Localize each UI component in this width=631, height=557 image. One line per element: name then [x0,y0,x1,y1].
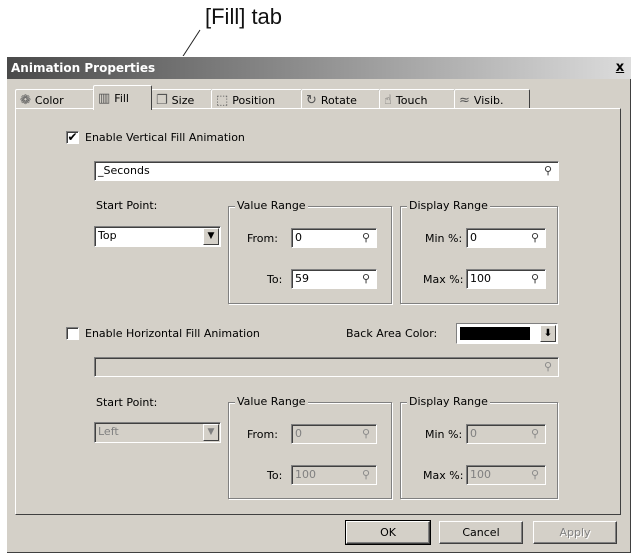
tab-label: Rotate [320,94,357,107]
vertical-to-field[interactable]: 59 ⚲ [291,269,377,289]
vertical-display-range-title: Display Range [407,199,490,212]
tab-label: Color [34,94,64,107]
close-button[interactable]: x [611,59,629,77]
visibility-icon: ≈ [459,93,470,108]
vertical-display-range-group: Display Range Min %: 0 ⚲ Max %: 100 ⚲ [400,199,558,304]
tab-visibility[interactable]: ≈ Visib. [454,89,530,109]
vertical-max-field[interactable]: 100 ⚲ [466,269,546,289]
vertical-from-field[interactable]: 0 ⚲ [291,228,377,248]
tab-fill[interactable]: ▥ Fill [93,85,152,110]
horizontal-from-field[interactable]: 0 ⚲ [291,424,377,444]
vertical-start-point-label: Start Point: [96,199,158,212]
vertical-max-label: Max %: [423,273,464,286]
tab-label: Visib. [473,94,504,107]
cancel-button[interactable]: Cancel [439,521,523,544]
horizontal-from-label: From: [247,428,278,441]
fill-tab-panel: ✔ Enable Vertical Fill Animation _Second… [15,108,621,515]
bulb-icon[interactable]: ⚲ [358,467,374,483]
back-area-color-picker[interactable]: ⬇ [456,323,558,344]
tag-browse-bulb-icon[interactable]: ⚲ [540,359,556,375]
horizontal-to-value: 100 [295,468,316,481]
back-area-color-swatch [460,327,530,340]
horizontal-min-label: Min %: [425,428,463,441]
vertical-value-range-group: Value Range From: 0 ⚲ To: 59 ⚲ [228,199,392,304]
bulb-icon[interactable]: ⚲ [358,426,374,442]
vertical-start-point-value: Top [98,229,117,242]
bulb-icon[interactable]: ⚲ [527,467,543,483]
tab-size[interactable]: ❐ Size [151,89,212,109]
horizontal-value-range-group: Value Range From: 0 ⚲ To: 100 ⚲ [228,395,392,499]
horizontal-display-range-title: Display Range [407,395,490,408]
vertical-start-point-select[interactable]: Top ▼ [94,226,221,247]
animation-properties-dialog: Animation Properties x ❁ Color ▥ Fill ❐ … [6,56,631,553]
vertical-from-value: 0 [295,231,302,244]
apply-button[interactable]: Apply [533,521,617,544]
enable-horizontal-fill-label: Enable Horizontal Fill Animation [85,327,260,340]
ok-button[interactable]: OK [345,520,431,545]
size-icon: ❐ [156,93,168,108]
tab-label: Fill [114,91,129,105]
vertical-tag-field[interactable]: _Seconds ⚲ [94,161,559,181]
tab-touch[interactable]: ☝ Touch [379,89,455,109]
bulb-icon[interactable]: ⚲ [527,230,543,246]
horizontal-tag-field[interactable]: ⚲ [94,357,559,377]
tag-browse-bulb-icon[interactable]: ⚲ [540,163,556,179]
tab-position[interactable]: ⬚ Position [211,89,302,109]
vertical-to-value: 59 [295,272,309,285]
enable-horizontal-fill-row[interactable]: Enable Horizontal Fill Animation [66,327,260,340]
chevron-down-icon[interactable]: ▼ [203,228,219,245]
tab-label: Touch [395,94,428,107]
vertical-from-label: From: [247,232,278,245]
back-area-color-label: Back Area Color: [346,327,438,340]
enable-horizontal-fill-checkbox[interactable] [66,327,79,340]
horizontal-to-label: To: [267,469,283,482]
vertical-min-field[interactable]: 0 ⚲ [466,228,546,248]
position-icon: ⬚ [216,93,229,108]
tab-label: Position [232,94,276,107]
tab-color[interactable]: ❁ Color [15,89,94,109]
enable-vertical-fill-checkbox[interactable]: ✔ [66,131,79,144]
horizontal-min-value: 0 [470,427,477,440]
vertical-max-value: 100 [470,272,491,285]
vertical-to-label: To: [267,273,283,286]
bulb-icon[interactable]: ⚲ [527,426,543,442]
horizontal-max-label: Max %: [423,469,464,482]
window-title: Animation Properties [11,61,156,75]
vertical-min-label: Min %: [425,232,463,245]
vertical-min-value: 0 [470,231,477,244]
annotation-label: [Fill] tab [205,4,283,29]
horizontal-start-point-label: Start Point: [96,396,158,409]
bulb-icon[interactable]: ⚲ [358,230,374,246]
rotate-icon: ↻ [306,93,317,108]
horizontal-value-range-title: Value Range [235,395,308,408]
horizontal-from-value: 0 [295,427,302,440]
enable-vertical-fill-label: Enable Vertical Fill Animation [85,131,245,144]
tab-rotate[interactable]: ↻ Rotate [301,89,380,109]
title-bar: Animation Properties x [7,57,631,79]
fill-icon: ▥ [98,90,111,106]
horizontal-start-point-value: Left [98,425,119,438]
chevron-down-icon[interactable]: ▼ [203,424,219,441]
vertical-value-range-title: Value Range [235,199,308,212]
horizontal-to-field[interactable]: 100 ⚲ [291,465,377,485]
hand-icon: ☝ [384,93,392,108]
vertical-tag-value: _Seconds [98,164,150,177]
horizontal-max-value: 100 [470,468,491,481]
horizontal-min-field[interactable]: 0 ⚲ [466,424,546,444]
horizontal-start-point-select[interactable]: Left ▼ [94,422,221,443]
horizontal-max-field[interactable]: 100 ⚲ [466,465,546,485]
horizontal-display-range-group: Display Range Min %: 0 ⚲ Max %: 100 ⚲ [400,395,558,499]
color-wheel-icon: ❁ [20,93,31,108]
bulb-icon[interactable]: ⚲ [358,271,374,287]
enable-vertical-fill-row[interactable]: ✔ Enable Vertical Fill Animation [66,131,245,144]
bulb-icon[interactable]: ⚲ [527,271,543,287]
dropdown-arrow-icon[interactable]: ⬇ [540,325,556,342]
tab-label: Size [171,94,195,107]
